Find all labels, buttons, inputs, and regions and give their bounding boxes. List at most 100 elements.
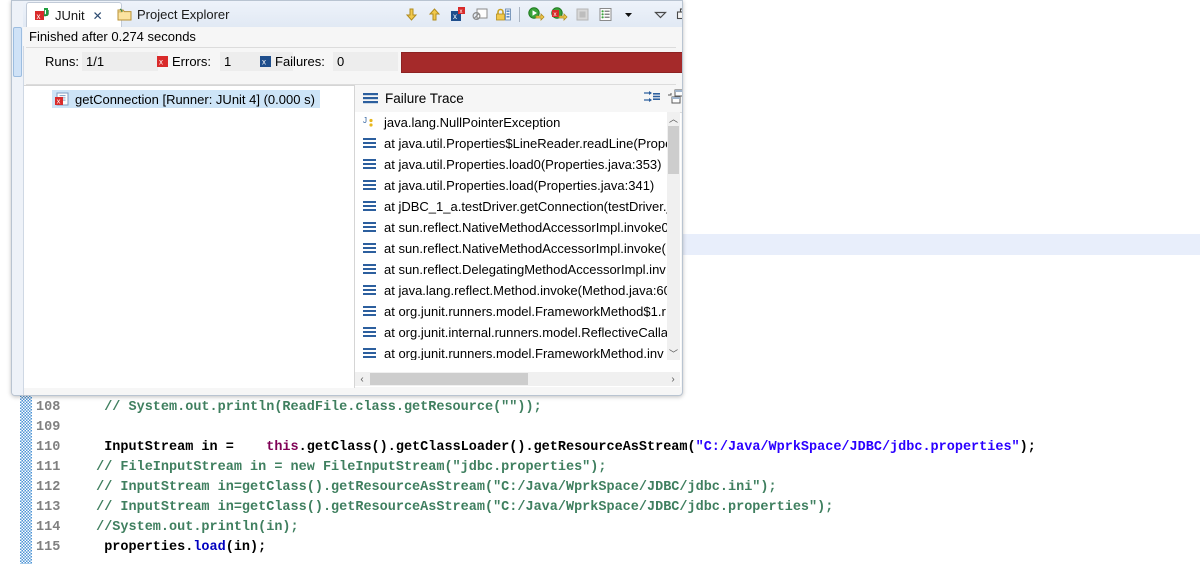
failure-trace-row-text: at java.lang.reflect.Method.invoke(Metho… bbox=[384, 283, 667, 298]
editor-change-bar bbox=[20, 388, 32, 564]
failure-trace-horizontal-scrollbar[interactable]: ‹ › bbox=[355, 372, 680, 386]
code-token: in = bbox=[201, 440, 267, 455]
code-token: load bbox=[193, 540, 226, 555]
screen-root: 107 String password = null;108 // System… bbox=[0, 0, 1200, 564]
failure-trace-row[interactable]: at java.util.Properties.load0(Properties… bbox=[355, 154, 667, 175]
code-token: // FileInputStream in = new FileInputStr… bbox=[88, 460, 607, 475]
show-failures-only-icon[interactable]: x x bbox=[447, 4, 467, 24]
editor-line-number: 115 bbox=[36, 540, 61, 555]
fast-view-stub[interactable] bbox=[13, 27, 22, 77]
scroll-up-arrow-icon[interactable]: ︿ bbox=[667, 112, 680, 125]
filter-stack-trace-icon[interactable] bbox=[470, 4, 490, 24]
stop-icon[interactable] bbox=[572, 4, 592, 24]
next-failure-down-icon[interactable] bbox=[401, 4, 421, 24]
svg-text:x: x bbox=[262, 58, 266, 67]
failure-trace-row[interactable]: at org.junit.runners.model.FrameworkMeth… bbox=[355, 301, 667, 322]
test-result-row[interactable]: x getConnection [Runner: JUnit 4] (0.000… bbox=[52, 90, 320, 108]
failure-trace-row[interactable]: at sun.reflect.NativeMethodAccessorImpl.… bbox=[355, 217, 667, 238]
filter-stack-trace-icon[interactable] bbox=[643, 89, 660, 104]
failure-trace-pane: Failure Trace J java.lang.NullPointerExc… bbox=[355, 85, 682, 387]
minimize-restore-icon[interactable] bbox=[673, 4, 682, 24]
failure-trace-row[interactable]: at java.util.Properties$LineReader.readL… bbox=[355, 133, 667, 154]
folder-project-icon bbox=[117, 7, 132, 22]
failure-trace-row-text: at org.junit.runners.model.FrameworkMeth… bbox=[384, 304, 666, 319]
test-run-history-icon[interactable] bbox=[595, 4, 615, 24]
editor-line-number: 112 bbox=[36, 480, 61, 495]
svg-text:x: x bbox=[37, 12, 41, 21]
previous-failure-up-icon[interactable] bbox=[424, 4, 444, 24]
failure-trace-row[interactable]: at org.junit.runners.model.FrameworkMeth… bbox=[355, 343, 667, 360]
failure-trace-vertical-scrollbar[interactable]: ︿ ﹀ bbox=[667, 112, 680, 360]
failure-trace-row[interactable]: at java.util.Properties.load(Properties.… bbox=[355, 175, 667, 196]
failure-trace-row-text: at java.util.Properties.load0(Properties… bbox=[384, 157, 662, 172]
svg-text:x: x bbox=[453, 12, 457, 21]
code-editor[interactable]: 107 String password = null;108 // System… bbox=[0, 380, 1200, 564]
runs-value: 1/1 bbox=[82, 52, 158, 71]
code-token: InputStream bbox=[104, 440, 202, 455]
rerun-failed-tests-icon[interactable]: x bbox=[549, 4, 569, 24]
failure-trace-row[interactable]: at java.lang.reflect.Method.invoke(Metho… bbox=[355, 280, 667, 301]
failures-status-icon: x bbox=[260, 56, 271, 67]
rerun-test-icon[interactable] bbox=[526, 4, 546, 24]
editor-code-text: // FileInputStream in = new FileInputStr… bbox=[88, 458, 606, 478]
exception-icon: J bbox=[363, 116, 376, 129]
failure-trace-row-text: at sun.reflect.DelegatingMethodAccessorI… bbox=[384, 262, 666, 277]
editor-code-text: properties.load(in); bbox=[88, 538, 266, 558]
vertical-scroll-thumb[interactable] bbox=[668, 126, 679, 174]
junit-toolbar: x x x bbox=[401, 4, 682, 24]
failure-trace-header: Failure Trace bbox=[355, 85, 682, 113]
editor-code-text: InputStream in = this.getClass().getClas… bbox=[88, 438, 1036, 458]
failure-trace-row[interactable]: at sun.reflect.NativeMethodAccessorImpl.… bbox=[355, 238, 667, 259]
stack-frame-icon bbox=[363, 348, 376, 359]
failure-trace-list[interactable]: Jjava.lang.NullPointerException at java.u… bbox=[355, 112, 667, 360]
tab-junit[interactable]: x U JUnit ✕ bbox=[26, 2, 122, 29]
editor-code-text: // InputStream in=getClass().getResource… bbox=[88, 478, 777, 498]
toolbar-separator bbox=[519, 6, 520, 22]
code-token: (in); bbox=[225, 540, 267, 555]
close-icon[interactable]: ✕ bbox=[93, 9, 103, 23]
editor-current-line-highlight bbox=[683, 234, 1200, 255]
junit-icon: x U bbox=[35, 8, 50, 23]
stack-frame-icon bbox=[363, 222, 376, 233]
view-menu-icon[interactable] bbox=[650, 4, 670, 24]
history-dropdown-icon[interactable] bbox=[618, 4, 638, 24]
failures-label: Failures: bbox=[275, 54, 325, 69]
stack-frame-icon bbox=[363, 201, 376, 212]
failure-trace-row[interactable]: at sun.reflect.DelegatingMethodAccessorI… bbox=[355, 259, 667, 280]
maximize-pane-icon[interactable] bbox=[667, 89, 682, 104]
code-token: this bbox=[266, 440, 299, 455]
runs-label: Runs: bbox=[45, 54, 79, 69]
failure-trace-row[interactable]: at org.junit.internal.runners.model.Refl… bbox=[355, 322, 667, 343]
junit-view-window: x U JUnit ✕ Project Explorer x x x Finis… bbox=[11, 0, 683, 396]
scroll-down-arrow-icon[interactable]: ﹀ bbox=[667, 347, 680, 360]
code-token: // InputStream in=getClass().getResource… bbox=[88, 500, 834, 515]
scroll-left-arrow-icon[interactable]: ‹ bbox=[355, 372, 369, 386]
editor-line-number: 111 bbox=[36, 460, 61, 475]
test-results-tree[interactable]: x getConnection [Runner: JUnit 4] (0.000… bbox=[24, 85, 355, 388]
editor-line-number: 110 bbox=[36, 440, 61, 455]
stack-frame-icon bbox=[363, 285, 376, 296]
code-token: properties. bbox=[88, 540, 194, 555]
svg-text:U: U bbox=[44, 9, 50, 18]
test-result-label: getConnection [Runner: JUnit 4] (0.000 s… bbox=[75, 91, 315, 107]
lock-scroll-icon[interactable] bbox=[493, 4, 513, 24]
tab-project-explorer[interactable]: Project Explorer bbox=[109, 2, 245, 27]
failure-trace-row-text: at sun.reflect.NativeMethodAccessorImpl.… bbox=[384, 241, 666, 256]
stack-frame-icon bbox=[363, 138, 376, 149]
editor-code-text: //System.out.println(in); bbox=[88, 518, 299, 538]
editor-gutter-edge bbox=[0, 388, 20, 564]
failures-value: 0 bbox=[333, 52, 398, 71]
run-status-text: Finished after 0.274 seconds bbox=[29, 29, 196, 44]
stack-frame-icon bbox=[363, 327, 376, 338]
test-progress-bar bbox=[401, 52, 682, 73]
failure-trace-title: Failure Trace bbox=[385, 91, 464, 106]
tab-project-explorer-label: Project Explorer bbox=[137, 7, 230, 22]
failure-trace-row[interactable]: Jjava.lang.NullPointerException bbox=[355, 112, 667, 133]
horizontal-scroll-thumb[interactable] bbox=[370, 373, 528, 385]
failure-trace-row[interactable]: at jDBC_1_a.testDriver.getConnection(tes… bbox=[355, 196, 667, 217]
counters-row: Runs: 1/1 x Errors: 1 x Failures: 0 bbox=[23, 51, 682, 75]
code-token: ); bbox=[1019, 440, 1036, 455]
scroll-right-arrow-icon[interactable]: › bbox=[666, 372, 680, 386]
svg-text:x: x bbox=[459, 9, 462, 15]
failure-trace-row-text: java.lang.NullPointerException bbox=[384, 115, 561, 130]
